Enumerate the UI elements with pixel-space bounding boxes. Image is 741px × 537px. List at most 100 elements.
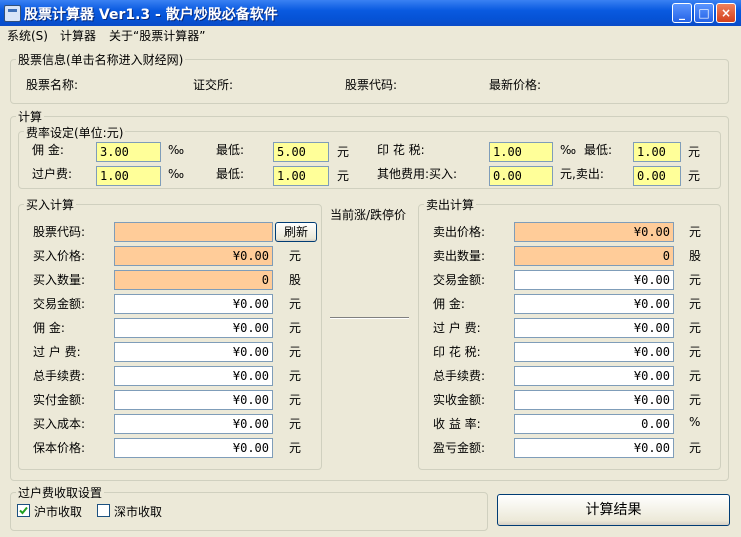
window-title: 股票计算器 Ver1.3 - 散户炒股必备软件 [24,7,278,23]
buy-row-field[interactable]: ¥0.00 [114,342,273,362]
sell-row-label: 盈亏金额: [433,441,486,455]
sell-row-field[interactable]: ¥0.00 [514,318,674,338]
commission-rate-field[interactable]: 3.00 [96,142,161,162]
commission-min-label: 最低: [216,143,245,157]
sell-calc-title: 卖出计算 [424,196,477,213]
fee-settings-title: 费率设定(单位:元) [24,124,126,141]
stamp-tax-min-unit: 元 [688,145,701,159]
calculate-button[interactable]: 计算结果 [497,494,730,526]
commission-min-unit: 元 [337,145,350,159]
commission-min-field[interactable]: 5.00 [273,142,329,162]
sell-row-label: 过 户 费: [433,321,481,335]
sell-row-unit: 元 [689,297,702,311]
other-fee-sell-unit: 元 [688,169,701,183]
sell-row-label: 印 花 税: [433,345,481,359]
buy-row-unit: 元 [289,393,302,407]
sell-row-field[interactable]: ¥0.00 [514,366,674,386]
menu-about[interactable]: 关于“股票计算器” [109,27,205,44]
calc-group-title: 计算 [16,108,45,125]
sz-transfer-checkbox[interactable] [97,504,110,517]
sell-row-field[interactable]: 0.00 [514,414,674,434]
buy-row-label: 总手续费: [33,369,86,383]
other-fee-sell-field[interactable]: 0.00 [633,166,681,186]
sell-row-unit: 元 [689,345,702,359]
buy-row-field[interactable]: ¥0.00 [114,318,273,338]
stock-code-label: 股票代码: [345,78,398,92]
buy-row-unit: 元 [289,321,302,335]
buy-row-field[interactable]: ¥0.00 [114,294,273,314]
sell-row-unit: 元 [689,321,702,335]
transfer-setting-title: 过户费收取设置 [16,484,105,501]
stamp-tax-min-field[interactable]: 1.00 [633,142,681,162]
buy-row-field[interactable]: ¥0.00 [114,414,273,434]
buy-row-field[interactable]: ¥0.00 [114,438,273,458]
buy-row-label: 买入价格: [33,249,86,263]
sell-row-unit: 元 [689,369,702,383]
buy-row-label: 股票代码: [33,225,86,239]
stock-name-label[interactable]: 股票名称: [26,76,78,93]
menu-system[interactable]: 系统(S) [7,27,48,44]
stamp-tax-unit: ‰ [560,143,577,157]
buy-row-unit: 元 [289,441,302,455]
sell-row-field[interactable]: ¥0.00 [514,342,674,362]
sell-row-unit: 元 [689,225,702,239]
buy-row-label: 过 户 费: [33,345,81,359]
sell-row-label: 卖出数量: [433,249,486,263]
buy-row-label: 佣 金: [33,321,65,335]
stamp-tax-rate-field[interactable]: 1.00 [489,142,553,162]
buy-row-label: 买入数量: [33,273,86,287]
sell-row-field[interactable]: ¥0.00 [514,438,674,458]
sell-row-label: 佣 金: [433,297,465,311]
transfer-fee-min-field[interactable]: 1.00 [273,166,329,186]
menu-calculator[interactable]: 计算器 [60,27,96,44]
buy-row-field[interactable]: ¥0.00 [114,366,273,386]
sell-row-field[interactable]: ¥0.00 [514,390,674,410]
other-fee-buy-field[interactable]: 0.00 [489,166,553,186]
latest-price-label: 最新价格: [489,78,542,92]
buy-row-unit: 股 [289,273,302,287]
sell-row-unit: % [689,415,701,429]
sell-row-unit: 股 [689,249,702,263]
sell-row-field[interactable]: ¥0.00 [514,222,674,242]
transfer-fee-rate-field[interactable]: 1.00 [96,166,161,186]
sell-row-unit: 元 [689,441,702,455]
buy-row-field[interactable]: 0 [114,270,273,290]
refresh-button[interactable]: 刷新 [275,222,317,242]
transfer-fee-min-label: 最低: [216,167,245,181]
commission-label: 佣 金: [32,143,64,157]
sell-row-field[interactable]: ¥0.00 [514,270,674,290]
buy-row-field[interactable]: ¥0.00 [114,246,273,266]
calculator-app-icon [4,5,21,22]
stamp-tax-label: 印 花 税: [377,143,425,157]
sell-row-unit: 元 [689,393,702,407]
commission-unit: ‰ [168,143,185,157]
buy-row-unit: 元 [289,345,302,359]
buy-calc-title: 买入计算 [24,196,77,213]
buy-row-unit: 元 [289,417,302,431]
limit-price-label: 当前涨/跌停价 [330,208,407,222]
sell-row-field[interactable]: ¥0.00 [514,294,674,314]
transfer-fee-min-unit: 元 [337,169,350,183]
maximize-button[interactable]: □ [694,3,714,23]
buy-row-unit: 元 [289,369,302,383]
buy-row-label: 买入成本: [33,417,86,431]
transfer-fee-label: 过户费: [32,167,73,181]
sell-row-field[interactable]: 0 [514,246,674,266]
sell-row-label: 总手续费: [433,369,486,383]
other-fee-sell-label: 元,卖出: [560,167,604,181]
close-button[interactable]: × [716,3,736,23]
transfer-fee-unit: ‰ [168,167,185,181]
sell-row-label: 收 益 率: [433,417,481,431]
sz-transfer-label[interactable]: 深市收取 [114,503,162,520]
other-fee-buy-label: 其他费用:买入: [377,167,458,181]
buy-row-label: 交易金额: [33,297,86,311]
sell-row-unit: 元 [689,273,702,287]
buy-row-unit: 元 [289,297,302,311]
buy-row-field[interactable]: ¥0.00 [114,390,273,410]
stock-info-title: 股票信息(单击名称进入财经网) [16,51,186,68]
sh-transfer-label[interactable]: 沪市收取 [34,503,82,520]
buy-row-field[interactable] [114,222,273,242]
sh-transfer-checkbox[interactable] [17,504,30,517]
minimize-button[interactable]: _ [672,3,692,23]
exchange-label: 证交所: [193,78,234,92]
